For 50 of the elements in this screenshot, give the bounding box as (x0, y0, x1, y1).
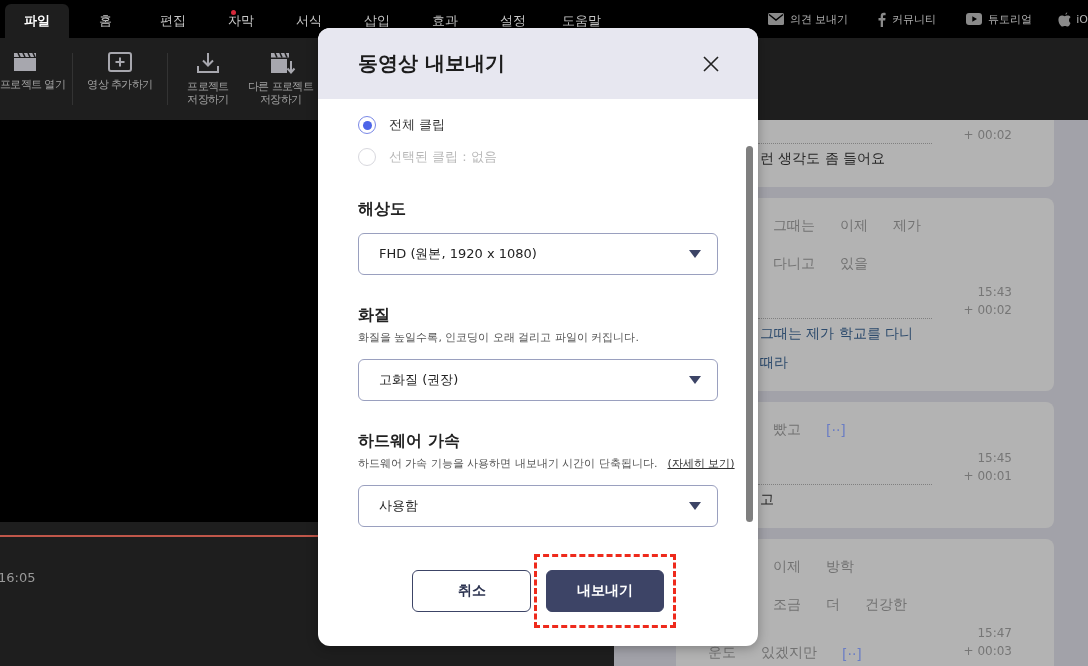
toolbar-button[interactable]: 프로젝트 저장하기 (168, 48, 248, 110)
dropdown[interactable]: FHD (원본, 1920 x 1080) (358, 233, 718, 275)
dialog-title: 동영상 내보내기 (358, 50, 505, 77)
duration: + 00:03 (963, 643, 1012, 660)
scrollbar[interactable] (746, 146, 753, 522)
apple-icon (1058, 11, 1072, 27)
menu-tab[interactable]: 서식 (277, 4, 341, 38)
header-link[interactable]: 커뮤니티 (878, 11, 937, 27)
menu-tab[interactable]: 자막 (209, 4, 273, 38)
header-link[interactable]: 의견 보내기 (767, 11, 849, 27)
section-heading: 화질 (358, 304, 391, 326)
toolbar-button[interactable]: 다른 프로젝트 저장하기 (248, 48, 314, 110)
dropdown-caret-icon (689, 376, 701, 384)
start-time: 15:45 (977, 450, 1012, 467)
menu-tab[interactable]: 파일 (5, 4, 69, 38)
start-time: 15:47 (977, 625, 1012, 642)
subtitle-text: 런 생각도 좀 들어요 (760, 149, 887, 168)
dropdown[interactable]: 사용함 (358, 485, 718, 527)
menu-tab[interactable]: 홈 (73, 4, 137, 38)
timecode: 16:05 (0, 570, 36, 585)
subtitle-text: 그때는 제가 학교를 다니 (760, 324, 915, 343)
dropdown-caret-icon (689, 502, 701, 510)
start-time: 15:43 (977, 284, 1012, 301)
facebook-icon (878, 11, 887, 27)
toolbar-button[interactable]: 프로젝트 열기 (0, 48, 72, 110)
help-text: 화질을 높일수록, 인코딩이 오래 걸리고 파일이 커집니다. (358, 330, 639, 346)
download-icon (196, 52, 220, 74)
help-text: 하드웨어 가속 기능을 사용하면 내보내기 시간이 단축됩니다. (358, 456, 658, 472)
subtitle-text: 때라 (760, 353, 789, 372)
duration: + 00:02 (963, 302, 1012, 319)
cancel-button[interactable]: 취소 (412, 570, 531, 612)
clapperboard-download-icon (270, 52, 296, 74)
section-heading: 해상도 (358, 198, 407, 220)
header-link[interactable]: iO (1058, 11, 1088, 27)
menu-tab[interactable]: 편집 (141, 4, 205, 38)
dropdown-caret-icon (689, 250, 701, 258)
subtitle-text: 고 (760, 490, 775, 509)
dropdown[interactable]: 고화질 (권장) (358, 359, 718, 401)
clapperboard-icon (13, 52, 37, 72)
export-button[interactable]: 내보내기 (546, 570, 664, 612)
duration: + 00:01 (963, 468, 1012, 485)
radio-button[interactable] (358, 116, 376, 134)
video-play-icon (966, 13, 983, 25)
add-media-icon (108, 52, 132, 72)
close-icon[interactable] (703, 55, 719, 72)
section-heading: 하드웨어 가속 (358, 430, 461, 452)
toolbar-button[interactable]: 영상 추가하기 (73, 48, 167, 110)
mail-icon (767, 13, 784, 25)
duration: + 00:02 (963, 127, 1012, 144)
header-link[interactable]: 튜토리얼 (966, 11, 1033, 27)
